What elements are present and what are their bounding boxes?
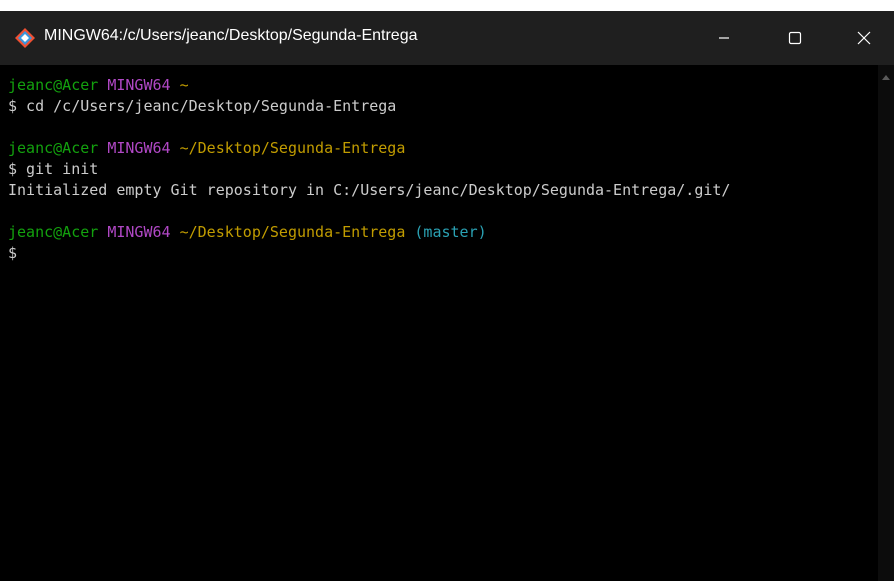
terminal-output[interactable]: jeanc@Acer MINGW64 ~ $ cd /c/Users/jeanc… xyxy=(0,65,878,581)
minimize-button[interactable] xyxy=(694,11,754,65)
git-branch: (master) xyxy=(414,223,487,241)
prompt-path: ~ xyxy=(179,76,189,94)
prompt-path: ~/Desktop/Segunda-Entrega xyxy=(179,139,406,157)
window-title: MINGW64:/c/Users/jeanc/Desktop/Segunda-E… xyxy=(44,27,418,44)
prompt-system: MINGW64 xyxy=(107,139,171,157)
scroll-up-icon[interactable] xyxy=(882,75,890,80)
terminal-window: MINGW64:/c/Users/jeanc/Desktop/Segunda-E… xyxy=(0,11,894,581)
title-bar[interactable]: MINGW64:/c/Users/jeanc/Desktop/Segunda-E… xyxy=(0,11,894,65)
prompt-path: ~/Desktop/Segunda-Entrega xyxy=(179,223,406,241)
maximize-icon xyxy=(788,31,802,45)
prompt-system: MINGW64 xyxy=(107,76,171,94)
current-prompt[interactable]: $ xyxy=(8,243,878,264)
prompt-system: MINGW64 xyxy=(107,223,171,241)
prompt-user: jeanc@Acer xyxy=(8,76,99,94)
prompt-user: jeanc@Acer xyxy=(8,223,99,241)
minimize-icon xyxy=(719,37,729,39)
vertical-scrollbar[interactable] xyxy=(878,65,894,581)
maximize-button[interactable] xyxy=(765,11,825,65)
output-line: Initialized empty Git repository in C:/U… xyxy=(8,181,731,199)
command-line: $ git init xyxy=(8,160,99,178)
close-icon xyxy=(857,31,871,45)
prompt-line: jeanc@Acer MINGW64 ~/Desktop/Segunda-Ent… xyxy=(8,222,878,243)
prompt-user: jeanc@Acer xyxy=(8,139,99,157)
close-button[interactable] xyxy=(834,11,894,65)
prompt-line: jeanc@Acer MINGW64 ~ xyxy=(8,75,878,96)
git-bash-icon xyxy=(15,28,35,48)
top-strip xyxy=(0,0,894,11)
prompt-line: jeanc@Acer MINGW64 ~/Desktop/Segunda-Ent… xyxy=(8,138,878,159)
command-line: $ cd /c/Users/jeanc/Desktop/Segunda-Entr… xyxy=(8,97,397,115)
